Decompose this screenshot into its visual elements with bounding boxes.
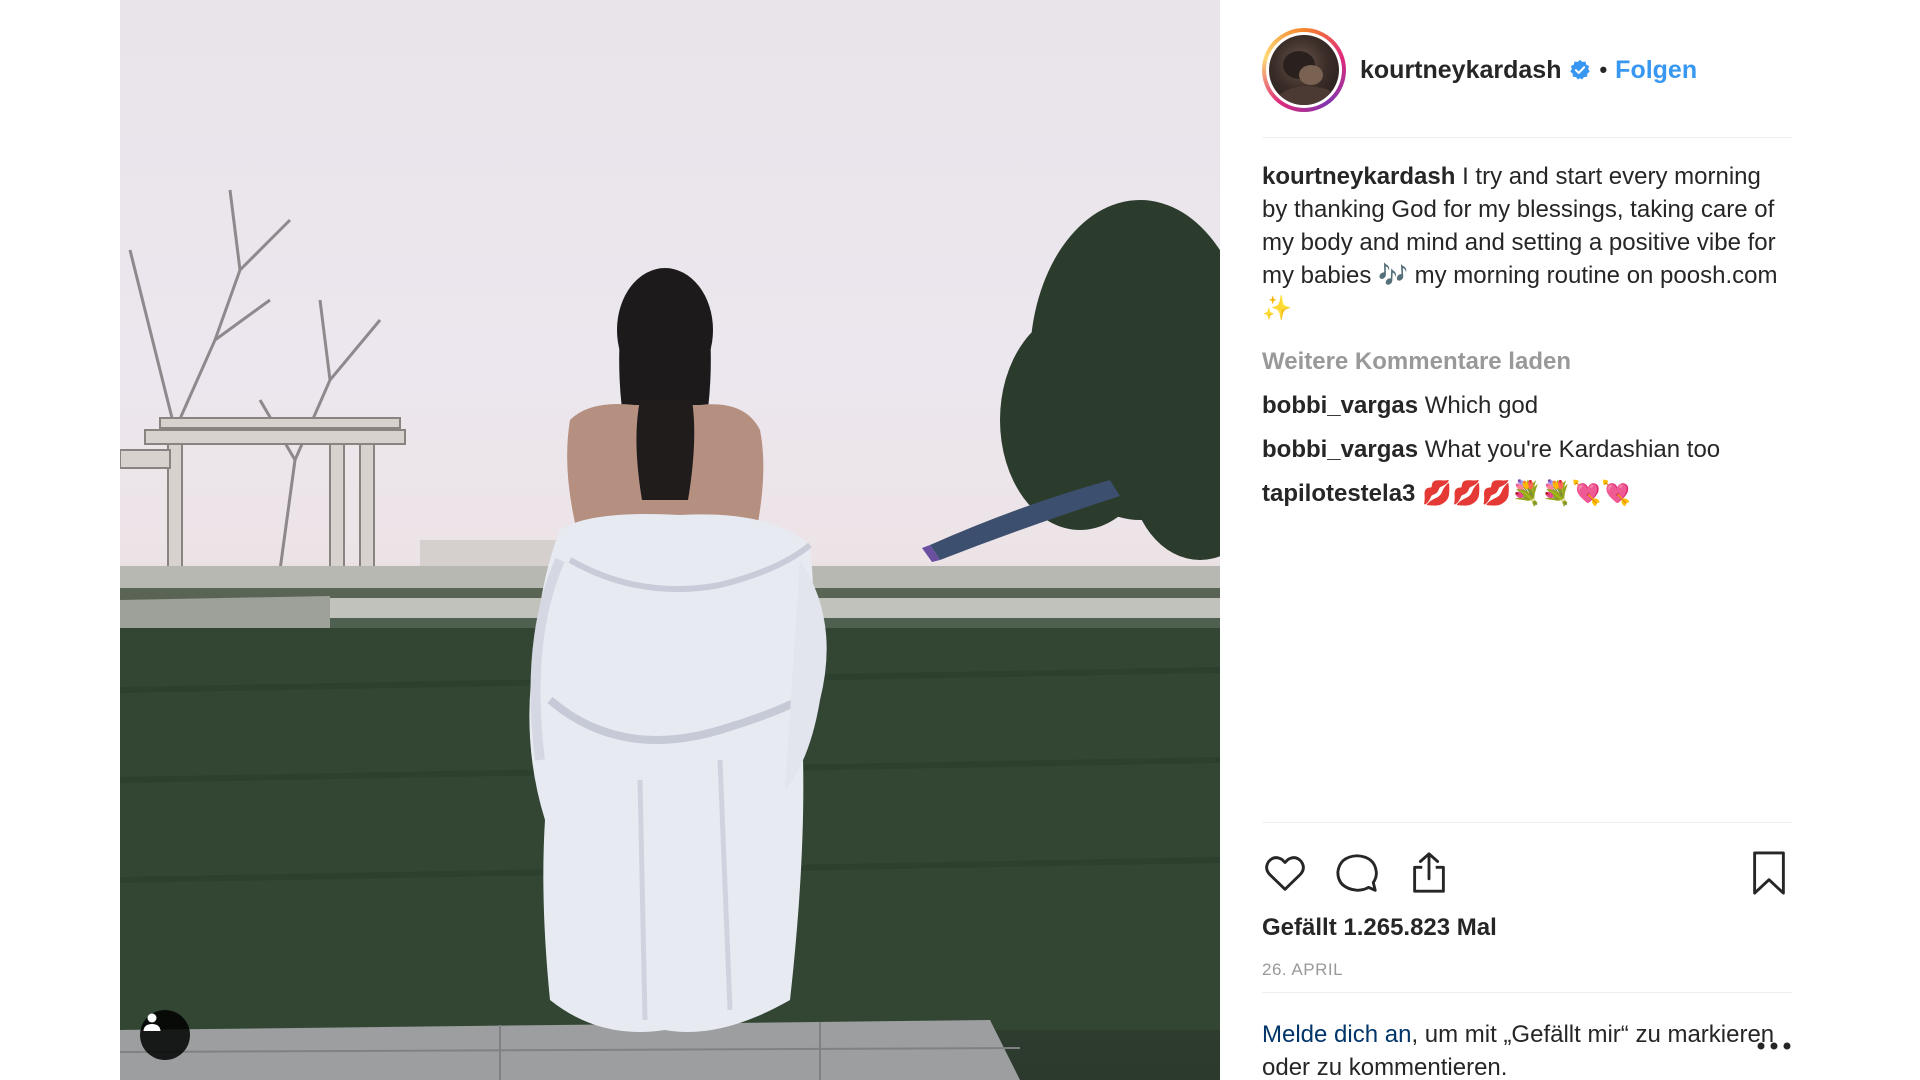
more-dots-icon[interactable] xyxy=(1756,1040,1792,1052)
comment-item: tapilotestela3 💋💋💋💐💐💘💘 xyxy=(1262,478,1792,510)
footer-divider xyxy=(1262,992,1792,993)
verified-badge-icon xyxy=(1570,59,1591,80)
post-side-panel: kourtneykardash • Folgen kourtneykardash… xyxy=(1262,0,1792,1080)
follow-button[interactable]: Folgen xyxy=(1615,56,1697,85)
comment-text: Which god xyxy=(1418,392,1539,419)
post-username[interactable]: kourtneykardash • Folgen xyxy=(1360,56,1697,85)
user-tag-icon xyxy=(143,1013,161,1031)
bookmark-icon[interactable] xyxy=(1746,850,1792,896)
comment-text: 💋💋💋💐💐💘💘 xyxy=(1415,480,1632,507)
comment-username[interactable]: bobbi_vargas xyxy=(1262,392,1418,419)
post-header: kourtneykardash • Folgen xyxy=(1262,22,1792,118)
post-photo[interactable] xyxy=(120,0,1220,1080)
instagram-post-embed: kourtneykardash • Folgen kourtneykardash… xyxy=(0,0,1920,1080)
avatar-image xyxy=(1269,35,1339,105)
comment-username[interactable]: tapilotestela3 xyxy=(1262,480,1415,507)
comments-section: kourtneykardash I try and start every mo… xyxy=(1262,160,1792,510)
comment-text: What you're Kardashian too xyxy=(1418,436,1721,463)
username-text[interactable]: kourtneykardash xyxy=(1360,56,1561,85)
post-caption: kourtneykardash I try and start every mo… xyxy=(1262,160,1792,325)
header-divider xyxy=(1262,137,1792,138)
caption-username[interactable]: kourtneykardash xyxy=(1262,163,1455,190)
avatar[interactable] xyxy=(1262,28,1346,112)
photo-scene xyxy=(120,189,1220,1080)
load-more-comments-button[interactable]: Weitere Kommentare laden xyxy=(1262,345,1792,378)
comment-bubble-icon[interactable] xyxy=(1334,850,1380,896)
comment-username[interactable]: bobbi_vargas xyxy=(1262,436,1418,463)
login-prompt: Melde dich an, um mit „Gefällt mir“ zu m… xyxy=(1262,1018,1792,1080)
post-date[interactable]: 26. APRIL xyxy=(1262,960,1343,980)
header-separator: • xyxy=(1599,57,1608,82)
comment-item: bobbi_vargas Which god xyxy=(1262,390,1792,422)
comment-item: bobbi_vargas What you're Kardashian too xyxy=(1262,434,1792,466)
post-actions xyxy=(1262,850,1792,900)
likes-count[interactable]: Gefällt 1.265.823 Mal xyxy=(1262,914,1497,942)
heart-icon[interactable] xyxy=(1262,850,1308,896)
user-tag-button[interactable] xyxy=(140,1010,190,1060)
share-icon[interactable] xyxy=(1406,850,1452,896)
avatar-photo xyxy=(1269,51,1339,105)
actions-divider xyxy=(1262,822,1792,823)
login-link[interactable]: Melde dich an xyxy=(1262,1021,1411,1048)
